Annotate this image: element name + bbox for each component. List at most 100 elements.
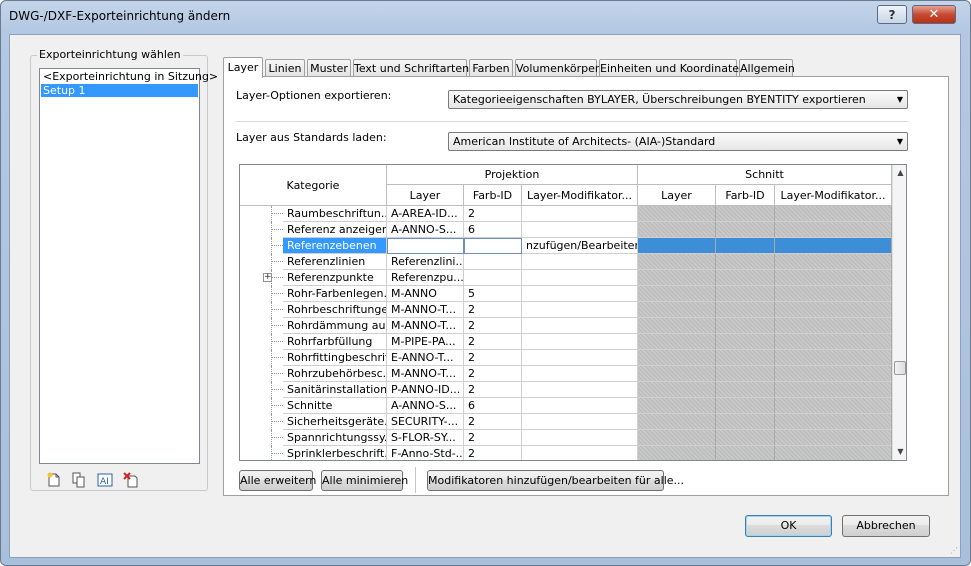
projection-modifier-cell[interactable] (522, 318, 638, 334)
projection-layer-cell[interactable]: Referenzpu... (387, 270, 464, 286)
layer-grid[interactable]: Kategorie Projektion Schnitt Layer Farb-… (239, 164, 907, 461)
setup-list-item[interactable]: <Exporteinrichtung in Sitzung> (41, 70, 218, 83)
table-row[interactable]: Rohrdämmung au... M-ANNO-T... 2 (240, 318, 892, 334)
table-row[interactable]: Sicherheitsgeräte... SECURITY-... 2 (240, 414, 892, 430)
projection-layer-cell[interactable]: M-PIPE-PA... (387, 334, 464, 350)
header-schnitt-modifikator[interactable]: Layer-Modifikator... (775, 185, 892, 206)
projection-modifier-cell[interactable] (522, 350, 638, 366)
projection-color-id-cell[interactable]: 6 (464, 398, 522, 414)
projection-modifier-cell[interactable] (522, 270, 638, 286)
tab-layer[interactable]: Layer (223, 57, 263, 78)
table-row[interactable]: Raumbeschriftun... A-AREA-ID... 2 (240, 206, 892, 222)
header-projektion-modifikator[interactable]: Layer-Modifikator... (522, 185, 638, 206)
modifiers-all-button[interactable]: Modifikatoren hinzufügen/bearbeiten für … (427, 470, 684, 491)
header-schnitt-layer[interactable]: Layer (638, 185, 716, 206)
tab-volumenkoerper[interactable]: Volumenkörper (515, 59, 599, 77)
scroll-thumb[interactable] (894, 361, 906, 375)
table-row[interactable]: Rohrfarbfüllung M-PIPE-PA... 2 (240, 334, 892, 350)
table-row[interactable]: Rohrfittingbeschrif...E-ANNO-T...2 (240, 350, 892, 366)
projection-modifier-cell[interactable] (522, 366, 638, 382)
projection-layer-cell[interactable]: A-ANNO-S... (387, 222, 464, 238)
table-row[interactable]: Referenz anzeigen A-ANNO-S... 6 (240, 222, 892, 238)
projection-layer-cell[interactable]: SECURITY-... (387, 414, 464, 430)
projection-layer-cell[interactable]: P-ANNO-ID... (387, 382, 464, 398)
grid-vertical-scrollbar[interactable]: ▲ ▼ (892, 165, 906, 460)
projection-modifier-cell[interactable] (522, 382, 638, 398)
projection-color-id-cell[interactable]: 2 (464, 414, 522, 430)
table-row[interactable]: Rohrbeschriftungen M-ANNO-T... 2 (240, 302, 892, 318)
tab-linien[interactable]: Linien (265, 59, 305, 77)
projection-modifier-cell[interactable] (522, 398, 638, 414)
tab-farben[interactable]: Farben (469, 59, 513, 77)
projection-layer-cell[interactable]: M-ANNO-T... (387, 366, 464, 382)
table-row[interactable]: Sprinklerbeschrift... F-Anno-Std-... 2 (240, 446, 892, 460)
projection-modifier-cell[interactable] (522, 254, 638, 270)
projection-color-id-cell[interactable]: 2 (464, 302, 522, 318)
projection-modifier-cell[interactable]: nzufügen/Bearbeiten (522, 238, 638, 254)
projection-color-id-cell[interactable]: 2 (464, 206, 522, 222)
projection-color-id-cell[interactable] (464, 238, 522, 254)
projection-color-id-cell[interactable] (464, 270, 522, 286)
tab-muster[interactable]: Muster (307, 59, 351, 77)
projection-layer-cell[interactable]: M-ANNO (387, 286, 464, 302)
table-row[interactable]: Schnitte A-ANNO-S... 6 (240, 398, 892, 414)
projection-color-id-cell[interactable]: 2 (464, 350, 522, 366)
ok-button[interactable]: OK (745, 515, 832, 537)
projection-layer-cell[interactable]: A-ANNO-S... (387, 398, 464, 414)
projection-layer-cell[interactable]: A-AREA-ID... (387, 206, 464, 222)
table-row[interactable]: Rohr-Farbenlegen... M-ANNO 5 (240, 286, 892, 302)
projection-color-id-cell[interactable]: 5 (464, 286, 522, 302)
tab-einheiten-und-koordinaten[interactable]: Einheiten und Koordinaten (599, 59, 746, 77)
delete-setup-icon[interactable] (122, 472, 140, 488)
projection-layer-cell[interactable] (387, 238, 464, 254)
projection-modifier-cell[interactable] (522, 206, 638, 222)
rename-setup-icon[interactable]: AI (96, 472, 114, 488)
projection-modifier-cell[interactable] (522, 286, 638, 302)
projection-color-id-cell[interactable]: 2 (464, 430, 522, 446)
projection-modifier-cell[interactable] (522, 446, 638, 460)
table-row[interactable]: Sanitärinstallation... P-ANNO-ID... 2 (240, 382, 892, 398)
projection-color-id-cell[interactable]: 2 (464, 318, 522, 334)
resize-grip-icon[interactable]: ⋰ (950, 546, 958, 555)
collapse-all-button[interactable]: Alle minimieren (321, 470, 408, 491)
projection-color-id-cell[interactable]: 2 (464, 382, 522, 398)
projection-modifier-cell[interactable] (522, 334, 638, 350)
tab-text-und-schriftarten[interactable]: Text und Schriftarten (353, 59, 469, 77)
header-projektion-farb-id[interactable]: Farb-ID (464, 185, 522, 206)
projection-layer-cell[interactable]: F-Anno-Std-... (387, 446, 464, 460)
table-row[interactable]: Rohrzubehörbesc... M-ANNO-T... 2 (240, 366, 892, 382)
projection-layer-cell[interactable]: Referenzlini... (387, 254, 464, 270)
projection-color-id-cell[interactable]: 2 (464, 334, 522, 350)
table-row[interactable]: + Referenzpunkte Referenzpu... (240, 270, 892, 286)
projection-color-id-cell[interactable] (464, 254, 522, 270)
cancel-button[interactable]: Abbrechen (842, 515, 930, 537)
table-row[interactable]: Referenzlinien Referenzlini... (240, 254, 892, 270)
standards-dropdown[interactable]: American Institute of Architects- (AIA-)… (448, 132, 908, 151)
duplicate-setup-icon[interactable] (70, 472, 88, 488)
projection-modifier-cell[interactable] (522, 414, 638, 430)
table-row-selected[interactable]: Referenzebenen nzufügen/Bearbeiten (240, 238, 892, 254)
setup-list[interactable]: <Exporteinrichtung in Sitzung> Setup 1 (39, 68, 218, 464)
header-kategorie[interactable]: Kategorie (240, 165, 387, 206)
help-button[interactable]: ? (877, 5, 907, 24)
expand-icon[interactable]: + (263, 273, 272, 282)
expand-all-button[interactable]: Alle erweitern (239, 470, 316, 491)
tab-allgemein[interactable]: Allgemein (739, 59, 795, 77)
close-button[interactable]: ✕ (912, 5, 956, 24)
new-setup-icon[interactable] (45, 472, 63, 488)
setup-list-item-selected[interactable]: Setup 1 (41, 84, 198, 97)
header-schnitt-farb-id[interactable]: Farb-ID (716, 185, 775, 206)
layer-options-dropdown[interactable]: Kategorieeigenschaften BYLAYER, Überschr… (448, 90, 908, 109)
projection-layer-cell[interactable]: S-FLOR-SY... (387, 430, 464, 446)
projection-color-id-cell[interactable]: 2 (464, 446, 522, 460)
projection-modifier-cell[interactable] (522, 430, 638, 446)
projection-color-id-cell[interactable]: 6 (464, 222, 522, 238)
projection-color-id-cell[interactable]: 2 (464, 366, 522, 382)
projection-layer-cell[interactable]: E-ANNO-T... (387, 350, 464, 366)
projection-modifier-cell[interactable] (522, 222, 638, 238)
scroll-down-icon[interactable]: ▼ (893, 444, 906, 460)
projection-layer-cell[interactable]: M-ANNO-T... (387, 302, 464, 318)
table-row[interactable]: Spannrichtungssy... S-FLOR-SY... 2 (240, 430, 892, 446)
projection-modifier-cell[interactable] (522, 302, 638, 318)
header-projektion-layer[interactable]: Layer (387, 185, 464, 206)
